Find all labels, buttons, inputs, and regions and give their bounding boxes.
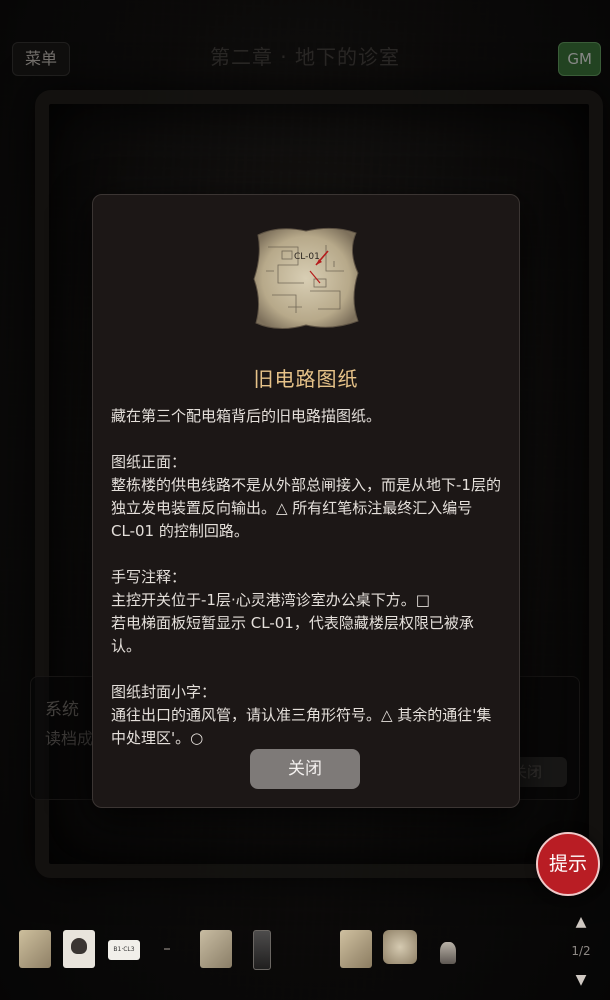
inventory-page-indicator: 1/2 bbox=[571, 944, 591, 958]
item-name: 旧电路图纸 bbox=[253, 367, 359, 391]
item-description: 藏在第三个配电箱背后的旧电路描图纸。 图纸正面： 整栋楼的供电线路不是从外部总闸… bbox=[111, 405, 501, 750]
cover-text: 通往出口的通风管，请认准三角形符号。△ 其余的通往'集中处理区'。○ bbox=[111, 706, 492, 747]
circuit-diagram-icon: CL-01 bbox=[253, 227, 359, 329]
page-up-arrow-icon[interactable]: ▲ bbox=[564, 912, 598, 932]
front-heading: 图纸正面： bbox=[111, 453, 187, 471]
inventory-slot-circuit-diagram-icon[interactable] bbox=[383, 930, 417, 964]
skull-icon bbox=[71, 938, 87, 954]
inventory-pager: ▲ 1/2 ▼ bbox=[564, 912, 598, 990]
description-intro: 藏在第三个配电箱背后的旧电路描图纸。 bbox=[111, 407, 382, 425]
note-heading: 手写注释： bbox=[111, 568, 187, 586]
item-detail-dialog: CL-01 旧电路图纸 藏在第三个配电箱背后的旧电路描图纸。 图纸正面： 整栋楼… bbox=[92, 194, 520, 808]
page-down-arrow-icon[interactable]: ▼ bbox=[564, 970, 598, 990]
diagram-label: CL-01 bbox=[294, 252, 320, 262]
inventory-slot-skull-poster-icon[interactable] bbox=[63, 930, 95, 968]
inventory-slot-figurine-icon[interactable] bbox=[440, 942, 456, 964]
inventory-bar: B1·CL3 bbox=[0, 920, 560, 980]
inventory-slot-label-card-icon[interactable]: B1·CL3 bbox=[108, 940, 140, 960]
inventory-slot-glass-icon[interactable] bbox=[253, 930, 271, 970]
small-item-icon bbox=[164, 948, 170, 950]
note-line-2: 若电梯面板短暂显示 CL-01，代表隐藏楼层权限已被承认。 bbox=[111, 614, 474, 655]
front-text: 整栋楼的供电线路不是从外部总闸接入，而是从地下-1层的独立发电装置反向输出。△ … bbox=[111, 476, 501, 540]
cover-heading: 图纸封面小字： bbox=[111, 683, 217, 701]
hint-button[interactable]: 提示 bbox=[536, 832, 600, 896]
inventory-slot-parchment-icon[interactable] bbox=[19, 930, 51, 968]
inventory-slot-parchment-icon-2[interactable] bbox=[340, 930, 372, 968]
dialog-close-button[interactable]: 关闭 bbox=[250, 749, 360, 789]
inventory-slot-empty[interactable] bbox=[160, 930, 174, 968]
inventory-slot-anatomy-chart-icon[interactable] bbox=[200, 930, 232, 968]
note-line-1: 主控开关位于-1层·心灵港湾诊室办公桌下方。□ bbox=[111, 591, 430, 609]
